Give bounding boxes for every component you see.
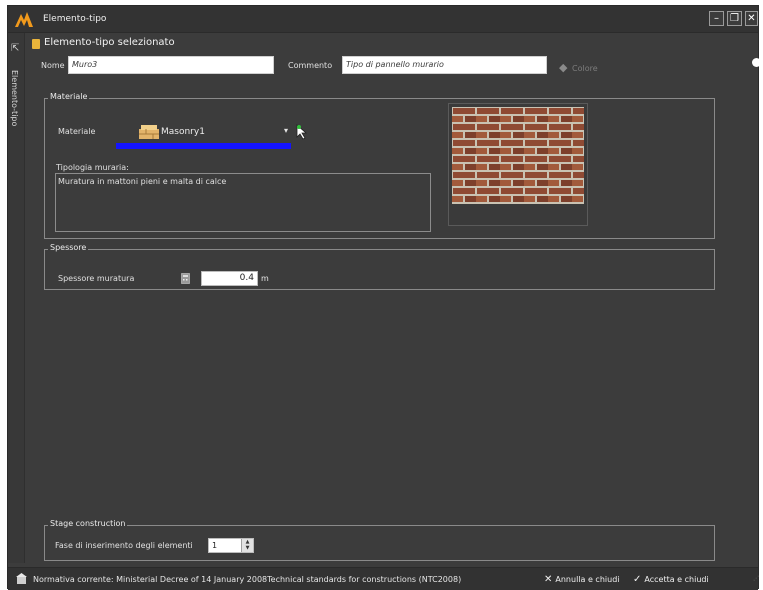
- accetta-button[interactable]: ✓ Accetta e chiudi: [633, 574, 709, 585]
- paint-bucket-icon[interactable]: ◆: [559, 61, 567, 74]
- nome-input[interactable]: Muro3: [68, 56, 274, 74]
- status-bar: Normativa corrente: Ministerial Decree o…: [8, 567, 758, 590]
- fase-value: 1: [212, 541, 218, 550]
- spessore-group-title: Spessore: [48, 243, 89, 252]
- pointer-icon: [296, 124, 308, 140]
- scroll-indicator[interactable]: [752, 58, 761, 67]
- title-bar: Elemento-tipo – ❐ ✕: [8, 6, 758, 33]
- material-selection-highlight[interactable]: [116, 143, 291, 149]
- close-button[interactable]: ✕: [745, 11, 758, 26]
- materiale-label: Materiale: [58, 127, 96, 136]
- spessore-group: Spessore: [44, 243, 715, 290]
- spessore-label: Spessore muratura: [58, 274, 135, 283]
- accetta-label: Accetta e chiudi: [644, 575, 709, 584]
- spessore-input[interactable]: 0.4: [201, 271, 258, 286]
- side-panel-label: Elemento-tipo: [10, 70, 19, 127]
- commento-label: Commento: [288, 61, 333, 70]
- nome-label: Nome: [41, 61, 65, 70]
- side-panel-tab[interactable]: ⇱ Elemento-tipo: [8, 33, 25, 563]
- material-preview: [448, 103, 588, 226]
- stage-group-title: Stage construction: [48, 519, 128, 528]
- tipologia-label: Tipologia muraria:: [56, 163, 129, 172]
- material-dropdown-chevron-icon[interactable]: ▾: [284, 126, 288, 135]
- app-logo-icon: [15, 12, 33, 27]
- colore-button[interactable]: Colore: [572, 64, 598, 73]
- building-icon: [16, 573, 27, 584]
- pin-icon[interactable]: ⇱: [11, 43, 19, 54]
- fase-spinner[interactable]: 1 ▲ ▼: [208, 538, 254, 553]
- calculator-icon[interactable]: [181, 273, 190, 284]
- minimize-button[interactable]: –: [709, 11, 724, 26]
- annulla-label: Annulla e chiudi: [555, 575, 620, 584]
- spinner-arrows-icon[interactable]: ▲ ▼: [241, 539, 253, 552]
- brick-texture-image: [452, 107, 584, 204]
- material-name: Masonry1: [161, 127, 205, 137]
- materiale-group-title: Materiale: [48, 92, 90, 101]
- restore-button[interactable]: ❐: [727, 11, 742, 26]
- spessore-unit: m: [261, 274, 269, 283]
- window-title: Elemento-tipo: [43, 14, 107, 24]
- close-icon: ✕: [544, 574, 553, 585]
- section-title: Elemento-tipo selezionato: [44, 37, 175, 48]
- commento-input[interactable]: Tipo di pannello murario: [342, 56, 547, 74]
- element-type-window: Elemento-tipo – ❐ ✕ ⇱ Elemento-tipo Elem…: [7, 5, 759, 590]
- tipologia-textarea[interactable]: Muratura in mattoni pieni e malta di cal…: [55, 173, 431, 232]
- normativa-text: Normativa corrente: Ministerial Decree o…: [33, 575, 462, 584]
- fase-label: Fase di inserimento degli elementi: [55, 541, 193, 550]
- element-type-icon: [32, 39, 40, 49]
- resize-grip-icon[interactable]: ⋰: [753, 575, 759, 582]
- check-icon: ✓: [633, 574, 642, 585]
- annulla-button[interactable]: ✕ Annulla e chiudi: [544, 574, 620, 585]
- brick-material-icon: [139, 125, 159, 139]
